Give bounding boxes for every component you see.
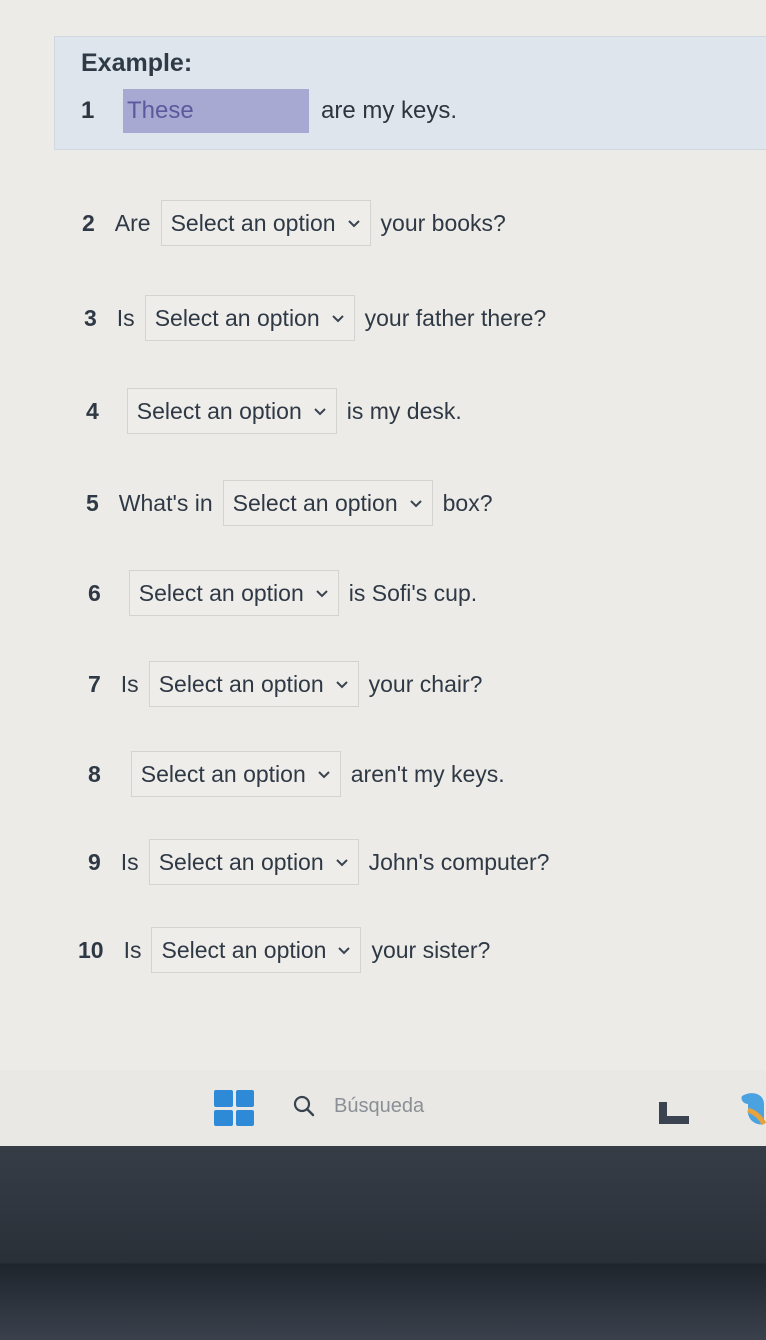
question-number: 9 — [88, 848, 101, 875]
question-number: 7 — [88, 670, 101, 697]
answer-select-6[interactable]: Select an option — [128, 570, 339, 616]
question-number: 2 — [82, 209, 95, 236]
example-title: Example: — [81, 49, 193, 77]
answer-select-5[interactable]: Select an option — [222, 480, 433, 526]
search-placeholder: Búsqueda — [334, 1094, 425, 1117]
question-number: 1 — [81, 97, 95, 124]
select-placeholder: Select an option — [154, 304, 320, 331]
select-placeholder: Select an option — [158, 670, 324, 697]
example-question: 1 These are my keys. — [81, 89, 457, 133]
quiz-page: Example: 1 These are my keys. 2 Are Sele… — [0, 0, 766, 1148]
question-8: 8 Select an option aren't my keys. — [88, 751, 505, 797]
example-answer: These — [123, 89, 309, 133]
question-2: 2 Are Select an option your books? — [82, 200, 506, 246]
laptop-bezel — [0, 1146, 766, 1340]
chevron-down-icon — [338, 947, 351, 955]
answer-select-4[interactable]: Select an option — [126, 388, 337, 434]
question-text-after: box? — [442, 489, 493, 516]
question-number: 3 — [84, 304, 97, 331]
copilot-icon[interactable] — [734, 1090, 766, 1130]
chevron-down-icon — [316, 590, 328, 598]
chevron-down-icon — [409, 500, 422, 508]
question-text-before: Is — [120, 670, 139, 697]
select-placeholder: Select an option — [136, 397, 302, 424]
question-text-after: your sister? — [371, 936, 491, 963]
question-text-after: your father there? — [364, 304, 547, 331]
question-number: 10 — [78, 936, 104, 963]
file-explorer-icon[interactable] — [657, 1100, 691, 1126]
chevron-down-icon — [314, 408, 326, 416]
question-3: 3 Is Select an option your father there? — [84, 295, 546, 341]
question-10: 10 Is Select an option your sister? — [78, 927, 490, 973]
question-text-before: Is — [123, 936, 142, 963]
question-text-after: John's computer? — [368, 848, 550, 875]
taskbar: Búsqueda — [0, 1070, 766, 1146]
question-number: 8 — [88, 760, 101, 787]
question-text-after: are my keys. — [321, 97, 458, 124]
select-placeholder: Select an option — [232, 489, 398, 516]
question-text-before: Is — [120, 848, 139, 875]
chevron-down-icon — [335, 859, 348, 867]
select-placeholder: Select an option — [140, 760, 306, 787]
question-9: 9 Is Select an option John's computer? — [88, 839, 549, 885]
select-placeholder: Select an option — [158, 848, 324, 875]
answer-select-7[interactable]: Select an option — [148, 661, 359, 707]
select-placeholder: Select an option — [138, 579, 304, 606]
question-number: 4 — [86, 397, 99, 424]
taskbar-search[interactable]: Búsqueda — [292, 1094, 424, 1118]
chevron-down-icon — [318, 771, 330, 779]
question-text-after: is my desk. — [346, 397, 462, 424]
windows-start-icon[interactable] — [214, 1090, 254, 1126]
select-placeholder: Select an option — [161, 936, 327, 963]
question-6: 6 Select an option is Sofi's cup. — [88, 570, 477, 616]
question-7: 7 Is Select an option your chair? — [88, 661, 482, 707]
question-number: 5 — [86, 489, 99, 516]
question-text-before: What's in — [118, 489, 213, 516]
question-text-after: aren't my keys. — [350, 760, 505, 787]
answer-select-9[interactable]: Select an option — [148, 839, 359, 885]
question-4: 4 Select an option is my desk. — [86, 388, 462, 434]
chevron-down-icon — [347, 220, 360, 228]
question-number: 6 — [88, 579, 101, 606]
answer-select-2[interactable]: Select an option — [160, 200, 371, 246]
chevron-down-icon — [331, 315, 344, 323]
search-icon — [293, 1095, 315, 1117]
example-box: Example: 1 These are my keys. — [54, 36, 766, 150]
chevron-down-icon — [335, 681, 348, 689]
answer-select-3[interactable]: Select an option — [144, 295, 355, 341]
select-placeholder: Select an option — [170, 209, 336, 236]
question-text-before: Are — [114, 209, 151, 236]
question-5: 5 What's in Select an option box? — [86, 480, 493, 526]
answer-select-10[interactable]: Select an option — [151, 927, 362, 973]
question-text-after: your books? — [380, 209, 506, 236]
question-text-after: your chair? — [368, 670, 483, 697]
answer-select-8[interactable]: Select an option — [130, 751, 341, 797]
question-text-after: is Sofi's cup. — [348, 579, 478, 606]
question-text-before: Is — [116, 304, 135, 331]
